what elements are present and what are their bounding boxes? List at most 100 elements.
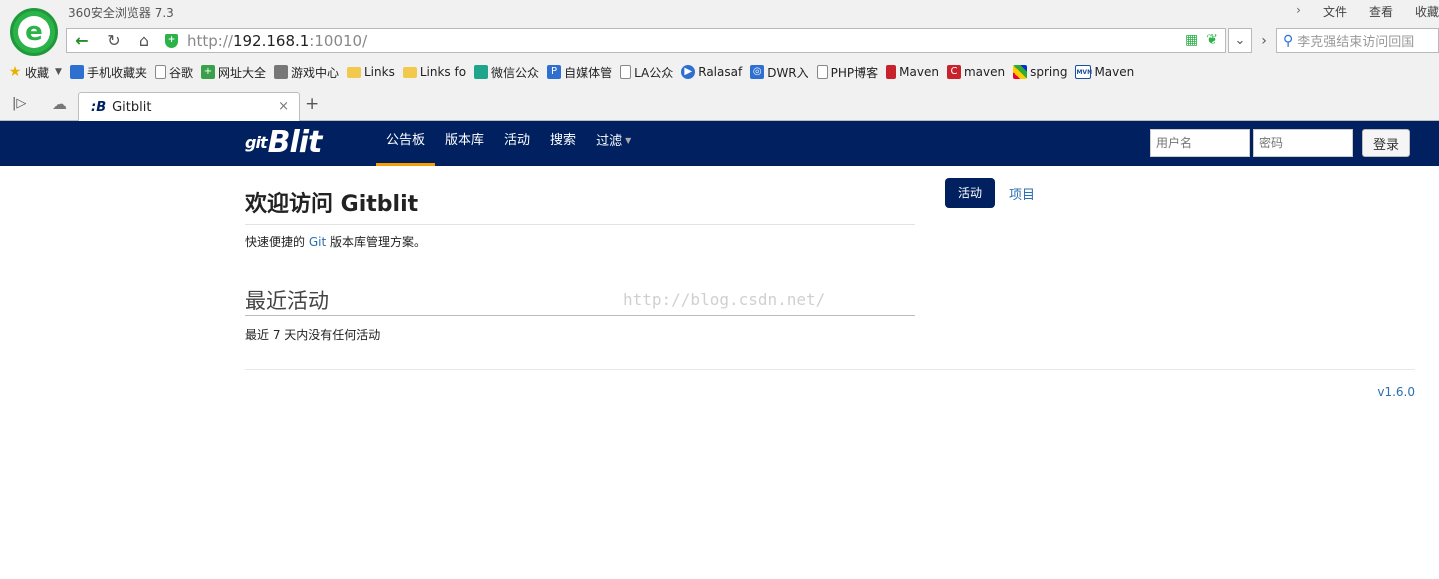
password-input[interactable] — [1253, 129, 1353, 157]
bookmark-label: maven — [963, 65, 1006, 79]
new-tab-button[interactable]: + — [305, 94, 319, 114]
username-input[interactable] — [1150, 129, 1250, 157]
bookmark-item[interactable]: ◎ DWR入 — [750, 64, 809, 81]
star-icon: ★ — [8, 64, 22, 80]
bookmark-item[interactable]: Maven — [886, 65, 939, 79]
url-scheme: http:// — [187, 32, 233, 50]
login-button[interactable]: 登录 — [1362, 129, 1410, 157]
bookmark-item[interactable]: 游戏中心 — [273, 64, 339, 81]
tab-gitblit[interactable]: :B Gitblit × — [78, 92, 300, 122]
bookmark-favorites[interactable]: ★ 收藏 ▼ — [8, 64, 62, 81]
recent-activity-empty: 最近 7 天内没有任何活动 — [245, 328, 381, 342]
chevron-right-icon[interactable]: › — [1296, 3, 1301, 20]
cloud-icon[interactable]: ☁ — [52, 95, 67, 113]
nav-filter[interactable]: 过滤 ▼ — [586, 121, 641, 166]
version-link[interactable]: v1.6.0 — [1377, 385, 1415, 399]
logo-blit: Blit — [267, 125, 323, 160]
search-input[interactable]: ⚲ 李克强结束访问回国 — [1276, 28, 1439, 53]
bookmark-item[interactable]: PHP博客 — [816, 64, 879, 81]
tab-strip: |▷ ☁ :B Gitblit × + — [0, 90, 1439, 122]
address-icons: ▦ ❦ — [1185, 32, 1218, 48]
bookmark-item[interactable]: spring — [1013, 65, 1067, 79]
bookmark-label: LA公众 — [634, 65, 674, 80]
bookmark-label: 微信公众 — [491, 65, 540, 80]
nav-repositories[interactable]: 版本库 — [435, 121, 494, 166]
bookmark-label: 谷歌 — [168, 65, 193, 80]
browser-logo-icon[interactable]: e — [10, 8, 58, 56]
menu-view[interactable]: 查看 — [1369, 3, 1393, 20]
url-text[interactable]: http://192.168.1:10010/ — [187, 32, 367, 50]
recent-activity-heading: 最近活动 — [245, 289, 329, 313]
tagline: 快速便捷的 Git 版本库管理方案。 — [245, 233, 426, 250]
bookmark-label: PHP博客 — [830, 65, 879, 80]
bookmark-item[interactable]: ▶ Ralasaf — [681, 65, 742, 79]
search-placeholder: 李克强结束访问回国 — [1297, 35, 1415, 50]
page-title: 欢迎访问 Gitblit — [245, 192, 419, 217]
shield-icon: + — [165, 34, 178, 48]
nav-search[interactable]: 搜索 — [540, 121, 586, 166]
nav-dashboard[interactable]: 公告板 — [376, 121, 436, 166]
git-link[interactable]: Git — [309, 235, 326, 249]
bookmark-item[interactable]: Links — [347, 65, 395, 79]
menu-favorites[interactable]: 收藏 — [1415, 3, 1439, 20]
qr-code-icon[interactable]: ▦ — [1185, 32, 1198, 48]
c-icon: C — [946, 65, 961, 79]
page-icon — [816, 65, 828, 79]
folder-icon — [347, 66, 361, 78]
bookmark-item[interactable]: + 网址大全 — [200, 64, 266, 81]
gitblit-logo[interactable]: gitBlit — [245, 125, 323, 160]
browser-title: 360安全浏览器 7.3 — [68, 6, 174, 20]
home-icon[interactable]: ⌂ — [129, 29, 159, 52]
bookmark-item[interactable]: 微信公众 — [474, 64, 539, 81]
chevron-down-icon[interactable]: ▼ — [55, 67, 62, 77]
bookmark-item[interactable]: MVN Maven — [1075, 65, 1134, 79]
navigation-icon: + — [200, 65, 215, 79]
phone-icon — [69, 65, 84, 79]
bookmark-item[interactable]: 手机收藏夹 — [69, 64, 147, 81]
search-icon: ⚲ — [1283, 32, 1294, 49]
tab-title: Gitblit — [112, 100, 152, 115]
p-icon: P — [547, 65, 562, 79]
dwr-icon: ◎ — [750, 65, 765, 79]
url-port: :10010/ — [309, 32, 368, 50]
bookmark-item[interactable]: LA公众 — [620, 64, 673, 81]
bookmark-item[interactable]: Links fo — [402, 65, 466, 79]
bookmark-label: Maven — [899, 65, 939, 79]
pill-projects[interactable]: 项目 — [1009, 184, 1035, 203]
leaf-icon[interactable]: ❦ — [1206, 32, 1218, 48]
bookmark-label: 网址大全 — [217, 65, 266, 80]
bookmark-item[interactable]: P 自媒体管 — [547, 64, 612, 81]
footer-divider — [245, 369, 1415, 370]
bookmark-label: Links — [364, 65, 395, 79]
nav-activity[interactable]: 活动 — [494, 121, 540, 166]
divider — [245, 224, 915, 225]
logo-git: git — [245, 133, 268, 152]
address-row: ← ↻ ⌂ + http://192.168.1:10010/ ▦ ❦ ⌄ › … — [66, 28, 1439, 54]
bookmark-item[interactable]: 谷歌 — [154, 64, 193, 81]
sidebar-toggle-icon[interactable]: |▷ — [12, 96, 26, 111]
tagline-text: 版本库管理方案。 — [326, 235, 426, 249]
bookmarks-bar: ★ 收藏 ▼ 手机收藏夹 谷歌 + 网址大全 游戏中心 Links Links fo … — [8, 62, 1142, 82]
menu-file[interactable]: 文件 — [1323, 3, 1347, 20]
bookmark-label: 游戏中心 — [290, 65, 339, 80]
caret-down-icon: ▼ — [625, 136, 632, 145]
book-icon — [886, 65, 897, 79]
gitblit-favicon-icon: :B — [91, 100, 107, 115]
close-icon[interactable]: × — [278, 99, 289, 114]
chevron-right-icon[interactable]: › — [1254, 28, 1274, 53]
pill-activity[interactable]: 活动 — [945, 178, 995, 208]
divider — [245, 315, 915, 316]
bookmark-label: 自媒体管 — [564, 65, 613, 80]
back-arrow-icon[interactable]: ← — [67, 29, 97, 52]
bookmark-item[interactable]: Cmaven — [946, 65, 1006, 79]
refresh-icon[interactable]: ↻ — [99, 29, 129, 52]
chevron-down-icon[interactable]: ⌄ — [1228, 28, 1252, 53]
bookmark-label: 手机收藏夹 — [86, 65, 147, 80]
watermark-text: http://blog.csdn.net/ — [623, 290, 826, 309]
browser-menu: › 文件 查看 收藏 — [1296, 3, 1439, 20]
main-nav: 公告板 版本库 活动 搜索 过滤 ▼ — [376, 121, 641, 166]
play-icon: ▶ — [681, 65, 696, 79]
nav-filter-label: 过滤 — [596, 134, 623, 149]
bookmark-label: 收藏 — [25, 65, 50, 80]
address-bar[interactable]: ← ↻ ⌂ + http://192.168.1:10010/ ▦ ❦ — [66, 28, 1226, 53]
